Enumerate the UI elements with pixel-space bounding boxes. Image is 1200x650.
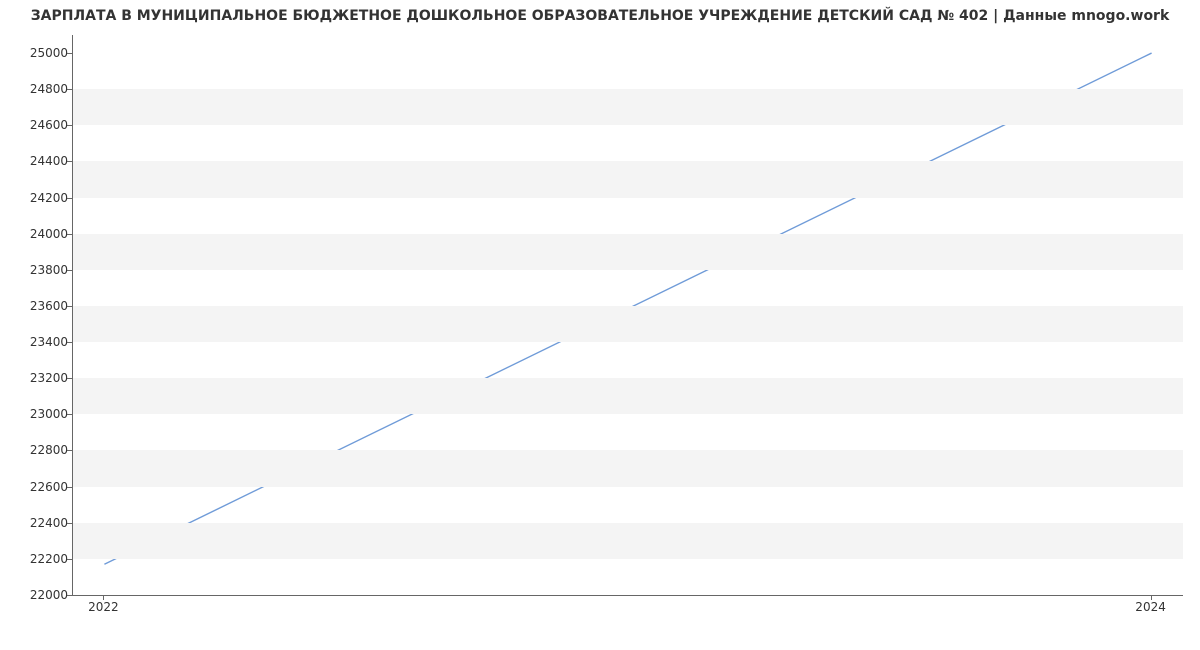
y-tick-mark (67, 595, 72, 596)
y-tick-mark (67, 450, 72, 451)
y-tick-mark (67, 559, 72, 560)
y-tick-mark (67, 270, 72, 271)
y-tick-label: 24400 (8, 154, 68, 168)
grid-band (73, 234, 1183, 270)
y-tick-mark (67, 234, 72, 235)
grid-band (73, 89, 1183, 125)
y-tick-mark (67, 342, 72, 343)
y-tick-label: 22400 (8, 516, 68, 530)
plot-area (72, 35, 1183, 596)
x-tick-label: 2022 (88, 600, 119, 614)
y-tick-label: 23800 (8, 263, 68, 277)
y-tick-label: 23000 (8, 407, 68, 421)
y-tick-label: 24200 (8, 191, 68, 205)
y-tick-mark (67, 89, 72, 90)
grid-band (73, 161, 1183, 197)
y-tick-label: 23200 (8, 371, 68, 385)
salary-line-chart: ЗАРПЛАТА В МУНИЦИПАЛЬНОЕ БЮДЖЕТНОЕ ДОШКО… (0, 0, 1200, 650)
y-tick-mark (67, 487, 72, 488)
y-tick-mark (67, 53, 72, 54)
chart-title: ЗАРПЛАТА В МУНИЦИПАЛЬНОЕ БЮДЖЕТНОЕ ДОШКО… (0, 8, 1200, 24)
x-tick-mark (1151, 595, 1152, 600)
x-tick-label: 2024 (1135, 600, 1166, 614)
y-tick-label: 24800 (8, 82, 68, 96)
y-tick-mark (67, 414, 72, 415)
y-tick-mark (67, 523, 72, 524)
y-tick-label: 24600 (8, 118, 68, 132)
grid-band (73, 523, 1183, 559)
grid-band (73, 306, 1183, 342)
y-tick-label: 22600 (8, 480, 68, 494)
y-tick-label: 24000 (8, 227, 68, 241)
y-tick-mark (67, 125, 72, 126)
y-tick-mark (67, 306, 72, 307)
y-tick-label: 22800 (8, 443, 68, 457)
y-tick-label: 22000 (8, 588, 68, 602)
y-tick-label: 23600 (8, 299, 68, 313)
y-tick-label: 23400 (8, 335, 68, 349)
grid-band (73, 378, 1183, 414)
y-tick-mark (67, 161, 72, 162)
y-tick-mark (67, 198, 72, 199)
x-tick-mark (103, 595, 104, 600)
y-tick-mark (67, 378, 72, 379)
y-tick-label: 22200 (8, 552, 68, 566)
grid-band (73, 450, 1183, 486)
y-tick-label: 25000 (8, 46, 68, 60)
